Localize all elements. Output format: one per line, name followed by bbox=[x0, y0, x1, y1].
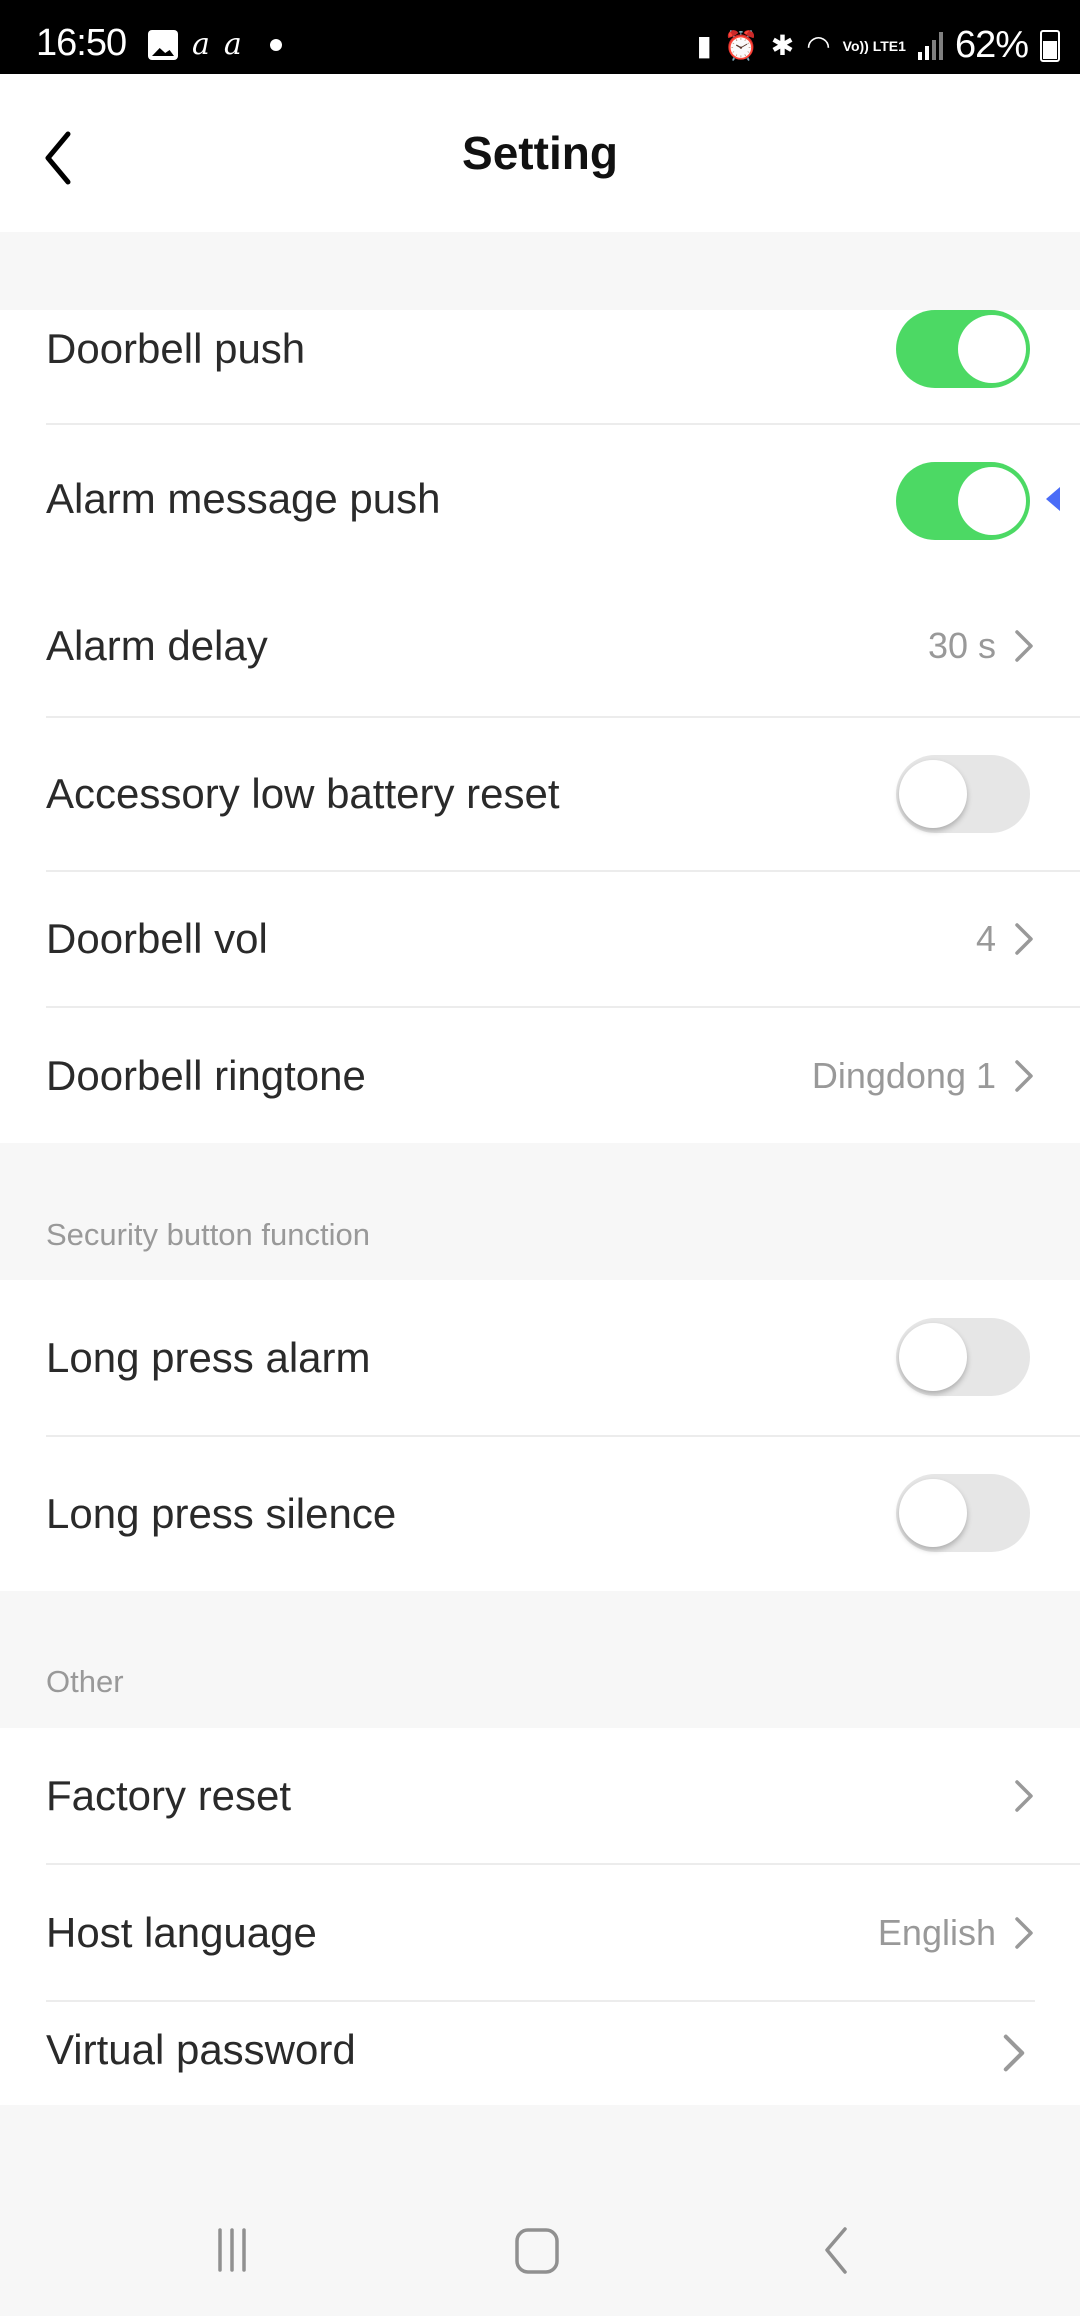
row-factory-reset[interactable]: Factory reset bbox=[0, 1728, 1080, 1863]
row-value: Dingdong 1 bbox=[811, 1054, 996, 1096]
row-doorbell-ringtone[interactable]: Doorbell ringtone Dingdong 1 bbox=[0, 1008, 1080, 1143]
settings-group-other: Factory reset Host language English Virt… bbox=[0, 1728, 1080, 2105]
toggle-knob bbox=[958, 467, 1026, 535]
chevron-right-icon bbox=[1015, 629, 1033, 662]
script-a-icon: a bbox=[192, 27, 210, 62]
chevron-right-icon bbox=[1015, 923, 1033, 955]
battery-saver-icon: ▮ bbox=[696, 29, 712, 61]
scroll-marker-icon bbox=[1046, 487, 1060, 511]
volte-icon: Vo)) LTE1 bbox=[842, 37, 906, 54]
chevron-right-icon bbox=[1003, 2034, 1025, 2072]
chevron-right-icon bbox=[1015, 1059, 1033, 1092]
row-long-press-alarm[interactable]: Long press alarm bbox=[0, 1280, 1080, 1435]
battery-percent: 62% bbox=[954, 24, 1029, 66]
row-long-press-silence[interactable]: Long press silence bbox=[0, 1437, 1080, 1591]
row-alarm-message-push[interactable]: Alarm message push bbox=[0, 425, 1080, 573]
row-value: English bbox=[877, 1911, 996, 1953]
toggle-knob bbox=[958, 315, 1026, 383]
row-accessory-low-battery-reset[interactable]: Accessory low battery reset bbox=[0, 718, 1080, 870]
back-icon bbox=[825, 2227, 847, 2274]
battery-icon bbox=[1040, 29, 1060, 62]
long-press-alarm-toggle[interactable] bbox=[896, 1318, 1030, 1396]
row-virtual-password[interactable]: Virtual password bbox=[0, 2002, 1080, 2105]
settings-group-security: Long press alarm Long press silence bbox=[0, 1280, 1080, 1591]
accessory-low-battery-reset-toggle[interactable] bbox=[896, 755, 1030, 833]
system-back-button[interactable] bbox=[800, 2210, 880, 2280]
signal-icon bbox=[917, 31, 943, 60]
row-value: 4 bbox=[975, 918, 996, 959]
system-nav-bar bbox=[0, 2170, 1080, 2316]
row-label: Alarm delay bbox=[46, 621, 268, 669]
row-label: Accessory low battery reset bbox=[46, 770, 560, 817]
status-left-icons: a a bbox=[148, 30, 282, 60]
status-right-icons: ▮ ⏰ ✱ ◠ Vo)) LTE1 62% bbox=[696, 24, 1060, 67]
long-press-silence-toggle[interactable] bbox=[896, 1474, 1030, 1552]
section-header-security: Security button function bbox=[46, 1217, 370, 1252]
row-label: Host language bbox=[46, 1908, 317, 1956]
script-a-icon: a bbox=[223, 27, 242, 62]
row-label: Doorbell vol bbox=[46, 915, 268, 962]
chevron-right-icon bbox=[1015, 1779, 1033, 1812]
doorbell-push-toggle[interactable] bbox=[896, 310, 1030, 388]
alarm-message-push-toggle[interactable] bbox=[896, 462, 1030, 540]
row-host-language[interactable]: Host language English bbox=[0, 1865, 1080, 2000]
row-label: Factory reset bbox=[46, 1771, 292, 1819]
status-bar: 16:50 a a ▮ ⏰ ✱ ◠ Vo)) LTE1 62% bbox=[0, 0, 1080, 74]
recent-apps-icon bbox=[218, 2228, 246, 2272]
dot-icon bbox=[269, 39, 282, 51]
row-label: Long press alarm bbox=[46, 1333, 371, 1381]
settings-list[interactable]: Doorbell push Alarm message push Alarm d… bbox=[0, 232, 1080, 2105]
alarm-icon: ⏰ bbox=[723, 29, 759, 61]
row-doorbell-vol[interactable]: Doorbell vol 4 bbox=[0, 872, 1080, 1006]
wifi-icon: ◠ bbox=[806, 29, 831, 61]
app-header: Setting bbox=[0, 74, 1080, 232]
chevron-right-icon bbox=[1015, 1916, 1033, 1949]
row-value: 30 s bbox=[927, 624, 996, 666]
row-label: Alarm message push bbox=[46, 475, 441, 522]
recent-apps-button[interactable] bbox=[195, 2210, 275, 2280]
page-title: Setting bbox=[462, 127, 618, 179]
row-label: Virtual password bbox=[46, 2026, 356, 2073]
bluetooth-icon: ✱ bbox=[770, 29, 795, 61]
section-header-other: Other bbox=[46, 1664, 124, 1699]
row-doorbell-push[interactable]: Doorbell push bbox=[0, 275, 1080, 423]
row-label: Doorbell ringtone bbox=[46, 1051, 366, 1099]
home-icon bbox=[515, 2228, 559, 2274]
status-time: 16:50 bbox=[36, 22, 127, 64]
settings-group-general: Doorbell push Alarm message push Alarm d… bbox=[0, 310, 1080, 1143]
row-label: Long press silence bbox=[46, 1490, 397, 1537]
gallery-icon bbox=[148, 30, 178, 60]
toggle-knob bbox=[899, 760, 967, 828]
row-label: Doorbell push bbox=[46, 325, 306, 372]
toggle-knob bbox=[899, 1479, 967, 1547]
home-button[interactable] bbox=[496, 2210, 576, 2280]
toggle-knob bbox=[899, 1323, 967, 1391]
row-alarm-delay[interactable]: Alarm delay 30 s bbox=[0, 573, 1080, 718]
